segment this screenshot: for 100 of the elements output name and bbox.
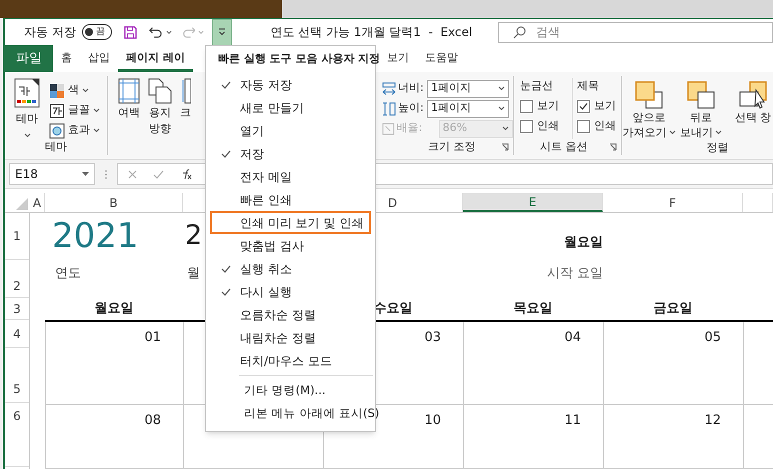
checkbox[interactable] bbox=[520, 100, 533, 113]
theme-option-button[interactable]: 색 bbox=[49, 82, 100, 99]
theme-option-button[interactable]: 글꼴 bbox=[49, 102, 100, 119]
check-icon[interactable] bbox=[153, 170, 164, 178]
month-caption: 월 bbox=[187, 266, 200, 281]
search-field[interactable]: 검색 bbox=[498, 22, 773, 42]
cancel-icon[interactable] bbox=[128, 170, 137, 178]
search-input[interactable]: 검색 bbox=[536, 23, 758, 41]
row-header[interactable]: 2 bbox=[5, 260, 29, 298]
ribbon-tab[interactable]: 삽입 bbox=[80, 45, 118, 72]
menu-item[interactable]: 열기 bbox=[210, 119, 371, 142]
field-label: 너비: bbox=[398, 80, 425, 96]
autosave-toggle[interactable]: 끔 bbox=[82, 24, 112, 40]
menu-item[interactable]: 인쇄 미리 보기 및 인쇄 bbox=[210, 211, 371, 234]
page-setup-button[interactable]: 용지 방향 bbox=[148, 78, 172, 142]
field-label: 배율: bbox=[396, 120, 423, 136]
dialog-launcher-icon[interactable] bbox=[501, 142, 509, 151]
arrange-button[interactable]: 뒤로 보내기 bbox=[676, 80, 726, 140]
height-arrows-icon bbox=[382, 102, 396, 116]
page-count-dropdown[interactable]: 1페이지 bbox=[427, 100, 509, 118]
weekday-header: 금요일 bbox=[654, 300, 692, 318]
selection-pane-icon bbox=[738, 80, 768, 110]
row-header[interactable]: 4 bbox=[5, 320, 29, 348]
theme-button[interactable]: 테마 bbox=[13, 76, 41, 139]
row-header[interactable]: 1 bbox=[5, 213, 29, 260]
checkbox[interactable] bbox=[577, 100, 590, 113]
dialog-launcher-icon[interactable] bbox=[609, 142, 617, 151]
menu-item[interactable]: 터치/마우스 모드 bbox=[210, 349, 371, 372]
menu-item[interactable]: 맞춤법 검사 bbox=[210, 234, 371, 257]
date-number: 08 bbox=[144, 412, 161, 430]
pages-icon bbox=[148, 78, 172, 104]
font-box-icon bbox=[49, 102, 65, 118]
menu-item[interactable]: 실행 취소 bbox=[210, 257, 371, 280]
caret-icon bbox=[24, 132, 30, 138]
page-setup-button[interactable]: 여백 bbox=[118, 78, 140, 142]
arrange-button[interactable]: 앞으로 가져오기 bbox=[624, 80, 674, 140]
start-day-caption: 시작 요일 bbox=[546, 265, 603, 283]
customize-toolbar-button[interactable] bbox=[212, 18, 232, 46]
field-label: 높이: bbox=[398, 100, 425, 116]
date-number: 04 bbox=[564, 329, 581, 347]
caret-icon bbox=[166, 30, 172, 34]
checkbox[interactable] bbox=[520, 120, 533, 133]
group-label: 테마 bbox=[45, 139, 67, 155]
column-header[interactable]: B bbox=[45, 193, 183, 212]
caret-icon bbox=[218, 28, 226, 36]
arrange-button[interactable]: 선택 창 bbox=[728, 80, 773, 140]
date-number: 05 bbox=[704, 329, 721, 347]
row-header[interactable]: 6 bbox=[5, 403, 29, 467]
undo-icon[interactable] bbox=[148, 24, 163, 40]
ribbon-tab[interactable]: 홈 bbox=[53, 45, 80, 72]
caret-icon bbox=[498, 106, 505, 111]
name-box[interactable]: E18 bbox=[9, 163, 95, 185]
ribbon-tab[interactable]: 도움말 bbox=[416, 45, 466, 72]
page-setup-button[interactable]: 크 bbox=[180, 78, 191, 142]
zoom-page-icon bbox=[382, 122, 395, 136]
effects-icon bbox=[49, 122, 65, 138]
check-icon bbox=[579, 102, 588, 111]
menu-item[interactable]: 내림차순 정렬 bbox=[210, 326, 371, 349]
caret-icon bbox=[715, 130, 722, 135]
caret-icon bbox=[198, 30, 204, 34]
group-label: 정렬 bbox=[706, 140, 728, 156]
function-icon[interactable] bbox=[180, 168, 192, 180]
checkbox-label: 인쇄 bbox=[594, 118, 616, 134]
menu-item[interactable]: 기타 명령(M)... bbox=[240, 379, 375, 402]
caret-icon bbox=[498, 86, 505, 91]
menu-item[interactable]: 전자 메일 bbox=[210, 165, 371, 188]
send-backward-icon bbox=[686, 80, 716, 110]
column-header[interactable]: E bbox=[463, 193, 603, 212]
caret-icon bbox=[93, 128, 100, 133]
row-header[interactable]: 5 bbox=[5, 348, 29, 403]
column-header[interactable]: A bbox=[30, 193, 45, 212]
menu-item[interactable]: 새로 만들기 bbox=[210, 96, 371, 119]
file-tab[interactable]: 파일 bbox=[5, 45, 53, 72]
caret-icon bbox=[82, 88, 89, 93]
theme-option-button[interactable]: 효과 bbox=[49, 122, 100, 139]
page-count-dropdown[interactable]: 1페이지 bbox=[427, 80, 509, 98]
row-header[interactable]: 3 bbox=[5, 298, 29, 320]
year-value: 2021 bbox=[52, 216, 139, 256]
weekday-header: 목요일 bbox=[514, 300, 552, 318]
checkbox-label: 인쇄 bbox=[537, 118, 559, 134]
start-day-value: 월요일 bbox=[564, 234, 603, 252]
checkbox[interactable] bbox=[577, 120, 590, 133]
month-value: 2 bbox=[185, 220, 202, 252]
group-label: 크기 조정 bbox=[428, 138, 476, 154]
menu-item[interactable]: 자동 저장 bbox=[210, 73, 371, 96]
menu-item[interactable]: 오름차순 정렬 bbox=[210, 303, 371, 326]
menu-item[interactable]: 저장 bbox=[210, 142, 371, 165]
checkbox-label: 보기 bbox=[594, 98, 616, 114]
caret-icon bbox=[93, 108, 100, 113]
checkbox-label: 보기 bbox=[537, 98, 559, 114]
save-icon[interactable] bbox=[124, 24, 137, 40]
search-icon bbox=[513, 26, 526, 38]
date-number: 10 bbox=[424, 412, 441, 430]
ribbon-tab[interactable]: 보기 bbox=[378, 45, 417, 72]
date-number: 01 bbox=[144, 329, 161, 347]
bring-forward-icon bbox=[634, 80, 664, 110]
menu-item[interactable]: 다시 실행 bbox=[210, 280, 371, 303]
group-label: 시트 옵션 bbox=[540, 138, 588, 154]
column-header[interactable]: F bbox=[603, 193, 743, 212]
caret-icon bbox=[82, 172, 89, 176]
